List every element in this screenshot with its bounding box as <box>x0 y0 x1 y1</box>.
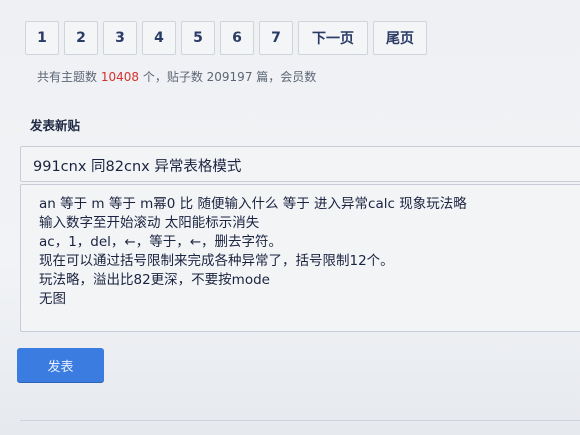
forum-stats: 共有主题数 10408 个，贴子数 209197 篇，会员数 <box>37 68 316 85</box>
page-link-7[interactable]: 7 <box>259 21 293 55</box>
stats-rest: 个，贴子数 209197 篇，会员数 <box>139 70 317 84</box>
post-content-textarea[interactable]: an 等于 m 等于 m幂0 比 随便输入什么 等于 进入异常calc 现象玩法… <box>20 184 580 332</box>
page-link-5[interactable]: 5 <box>181 21 215 55</box>
page-link-4[interactable]: 4 <box>142 21 176 55</box>
stats-prefix: 共有主题数 <box>37 70 101 84</box>
content-line: 现在可以通过括号限制来完成各种异常了，括号限制12个。 <box>39 253 394 269</box>
page-link-6[interactable]: 6 <box>220 21 254 55</box>
post-title-input[interactable]: 991cnx 同82cnx 异常表格模式 <box>20 146 580 182</box>
topic-count: 10408 <box>100 70 140 84</box>
content-line: 输入数字至开始滚动 太阳能标示消失 <box>39 215 260 231</box>
submit-post-button[interactable]: 发表 <box>17 348 104 382</box>
content-line: an 等于 m 等于 m幂0 比 随便输入什么 等于 进入异常calc 现象玩法… <box>39 196 467 212</box>
content-line: 无图 <box>39 291 66 307</box>
page-link-2[interactable]: 2 <box>64 21 98 55</box>
next-page-link[interactable]: 下一页 <box>298 21 368 55</box>
page-link-1[interactable]: 1 <box>25 21 59 55</box>
divider <box>20 420 580 421</box>
new-post-heading: 发表新贴 <box>30 118 81 133</box>
pagination: 1 2 3 4 5 6 7 下一页 尾页 <box>25 21 432 55</box>
page-link-3[interactable]: 3 <box>103 21 137 55</box>
content-line: 玩法略，溢出比82更深，不要按mode <box>39 272 270 288</box>
last-page-link[interactable]: 尾页 <box>373 21 427 55</box>
forum-page: 1 2 3 4 5 6 7 下一页 尾页 共有主题数 10408 个，贴子数 2… <box>0 0 580 435</box>
content-line: ac，1，del，←，等于，←，删去字符。 <box>39 234 283 250</box>
